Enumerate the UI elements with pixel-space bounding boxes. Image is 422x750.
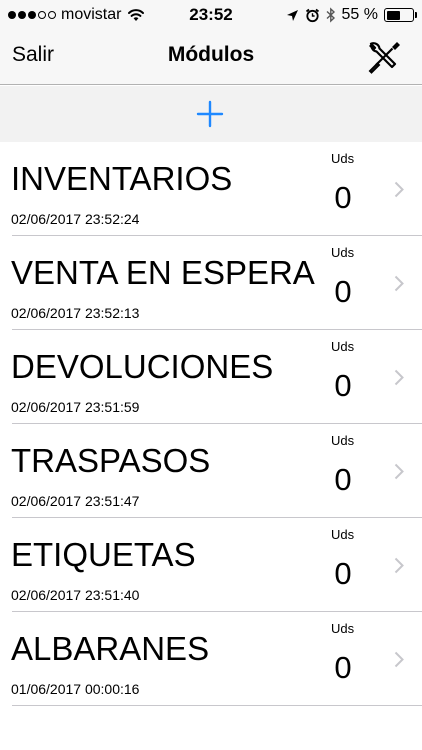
chevron-right-icon xyxy=(394,557,404,574)
status-bar: movistar 23:52 55 % xyxy=(0,0,422,30)
units-count: 0 xyxy=(334,556,352,591)
list-item-traspasos[interactable]: TRASPASOS 02/06/2017 23:51:47 Uds 0 xyxy=(0,424,422,518)
modules-list: INVENTARIOS 02/06/2017 23:52:24 Uds 0 VE… xyxy=(0,142,422,706)
chevron-right-icon xyxy=(394,651,404,668)
units-label: Uds xyxy=(331,621,355,636)
module-title: ALBARANES xyxy=(11,630,210,667)
module-date: 02/06/2017 23:51:47 xyxy=(11,493,140,509)
page-title: Módulos xyxy=(167,43,255,66)
module-date: 02/06/2017 23:51:40 xyxy=(11,587,140,603)
location-arrow-icon xyxy=(286,9,298,21)
module-title: INVENTARIOS xyxy=(11,160,233,197)
status-right: 55 % xyxy=(286,5,417,25)
tools-icon xyxy=(368,42,400,74)
plus-icon xyxy=(196,100,224,128)
list-item-etiquetas[interactable]: ETIQUETAS 02/06/2017 23:51:40 Uds 0 xyxy=(0,518,422,612)
units-label: Uds xyxy=(331,527,355,542)
settings-tools-button[interactable] xyxy=(364,37,404,77)
list-item-devoluciones[interactable]: DEVOLUCIONES 02/06/2017 23:51:59 Uds 0 xyxy=(0,330,422,424)
module-title: TRASPASOS xyxy=(11,442,211,479)
add-module-bar xyxy=(0,86,422,142)
alarm-clock-icon xyxy=(305,8,319,22)
bluetooth-icon xyxy=(326,7,335,23)
battery-level xyxy=(386,10,401,20)
units-count: 0 xyxy=(334,462,352,497)
units-count: 0 xyxy=(334,368,352,403)
chevron-right-icon xyxy=(394,181,404,198)
exit-button[interactable]: Salir xyxy=(12,43,54,67)
module-title: ETIQUETAS xyxy=(11,536,196,573)
units-label: Uds xyxy=(331,433,355,448)
list-item-albaranes[interactable]: ALBARANES 01/06/2017 00:00:16 Uds 0 xyxy=(0,612,422,706)
chevron-right-icon xyxy=(394,463,404,480)
chevron-right-icon xyxy=(394,275,404,292)
module-title: VENTA EN ESPERA xyxy=(11,254,315,291)
add-button[interactable] xyxy=(193,97,227,131)
module-date: 02/06/2017 23:52:13 xyxy=(11,305,140,321)
list-item-venta-en-espera[interactable]: VENTA EN ESPERA 02/06/2017 23:52:13 Uds … xyxy=(0,236,422,330)
units-count: 0 xyxy=(334,650,352,685)
module-date: 02/06/2017 23:52:24 xyxy=(11,211,140,227)
units-label: Uds xyxy=(331,151,355,166)
chevron-right-icon xyxy=(394,369,404,386)
module-date: 01/06/2017 00:00:16 xyxy=(11,681,140,697)
navigation-bar: Salir Módulos xyxy=(0,30,422,85)
battery-icon xyxy=(384,8,417,22)
units-label: Uds xyxy=(331,339,355,354)
module-date: 02/06/2017 23:51:59 xyxy=(11,399,140,415)
units-count: 0 xyxy=(334,180,352,215)
list-item-inventarios[interactable]: INVENTARIOS 02/06/2017 23:52:24 Uds 0 xyxy=(0,142,422,236)
units-label: Uds xyxy=(331,245,355,260)
battery-percent: 55 % xyxy=(341,6,378,23)
module-title: DEVOLUCIONES xyxy=(11,348,274,385)
units-count: 0 xyxy=(334,274,352,309)
